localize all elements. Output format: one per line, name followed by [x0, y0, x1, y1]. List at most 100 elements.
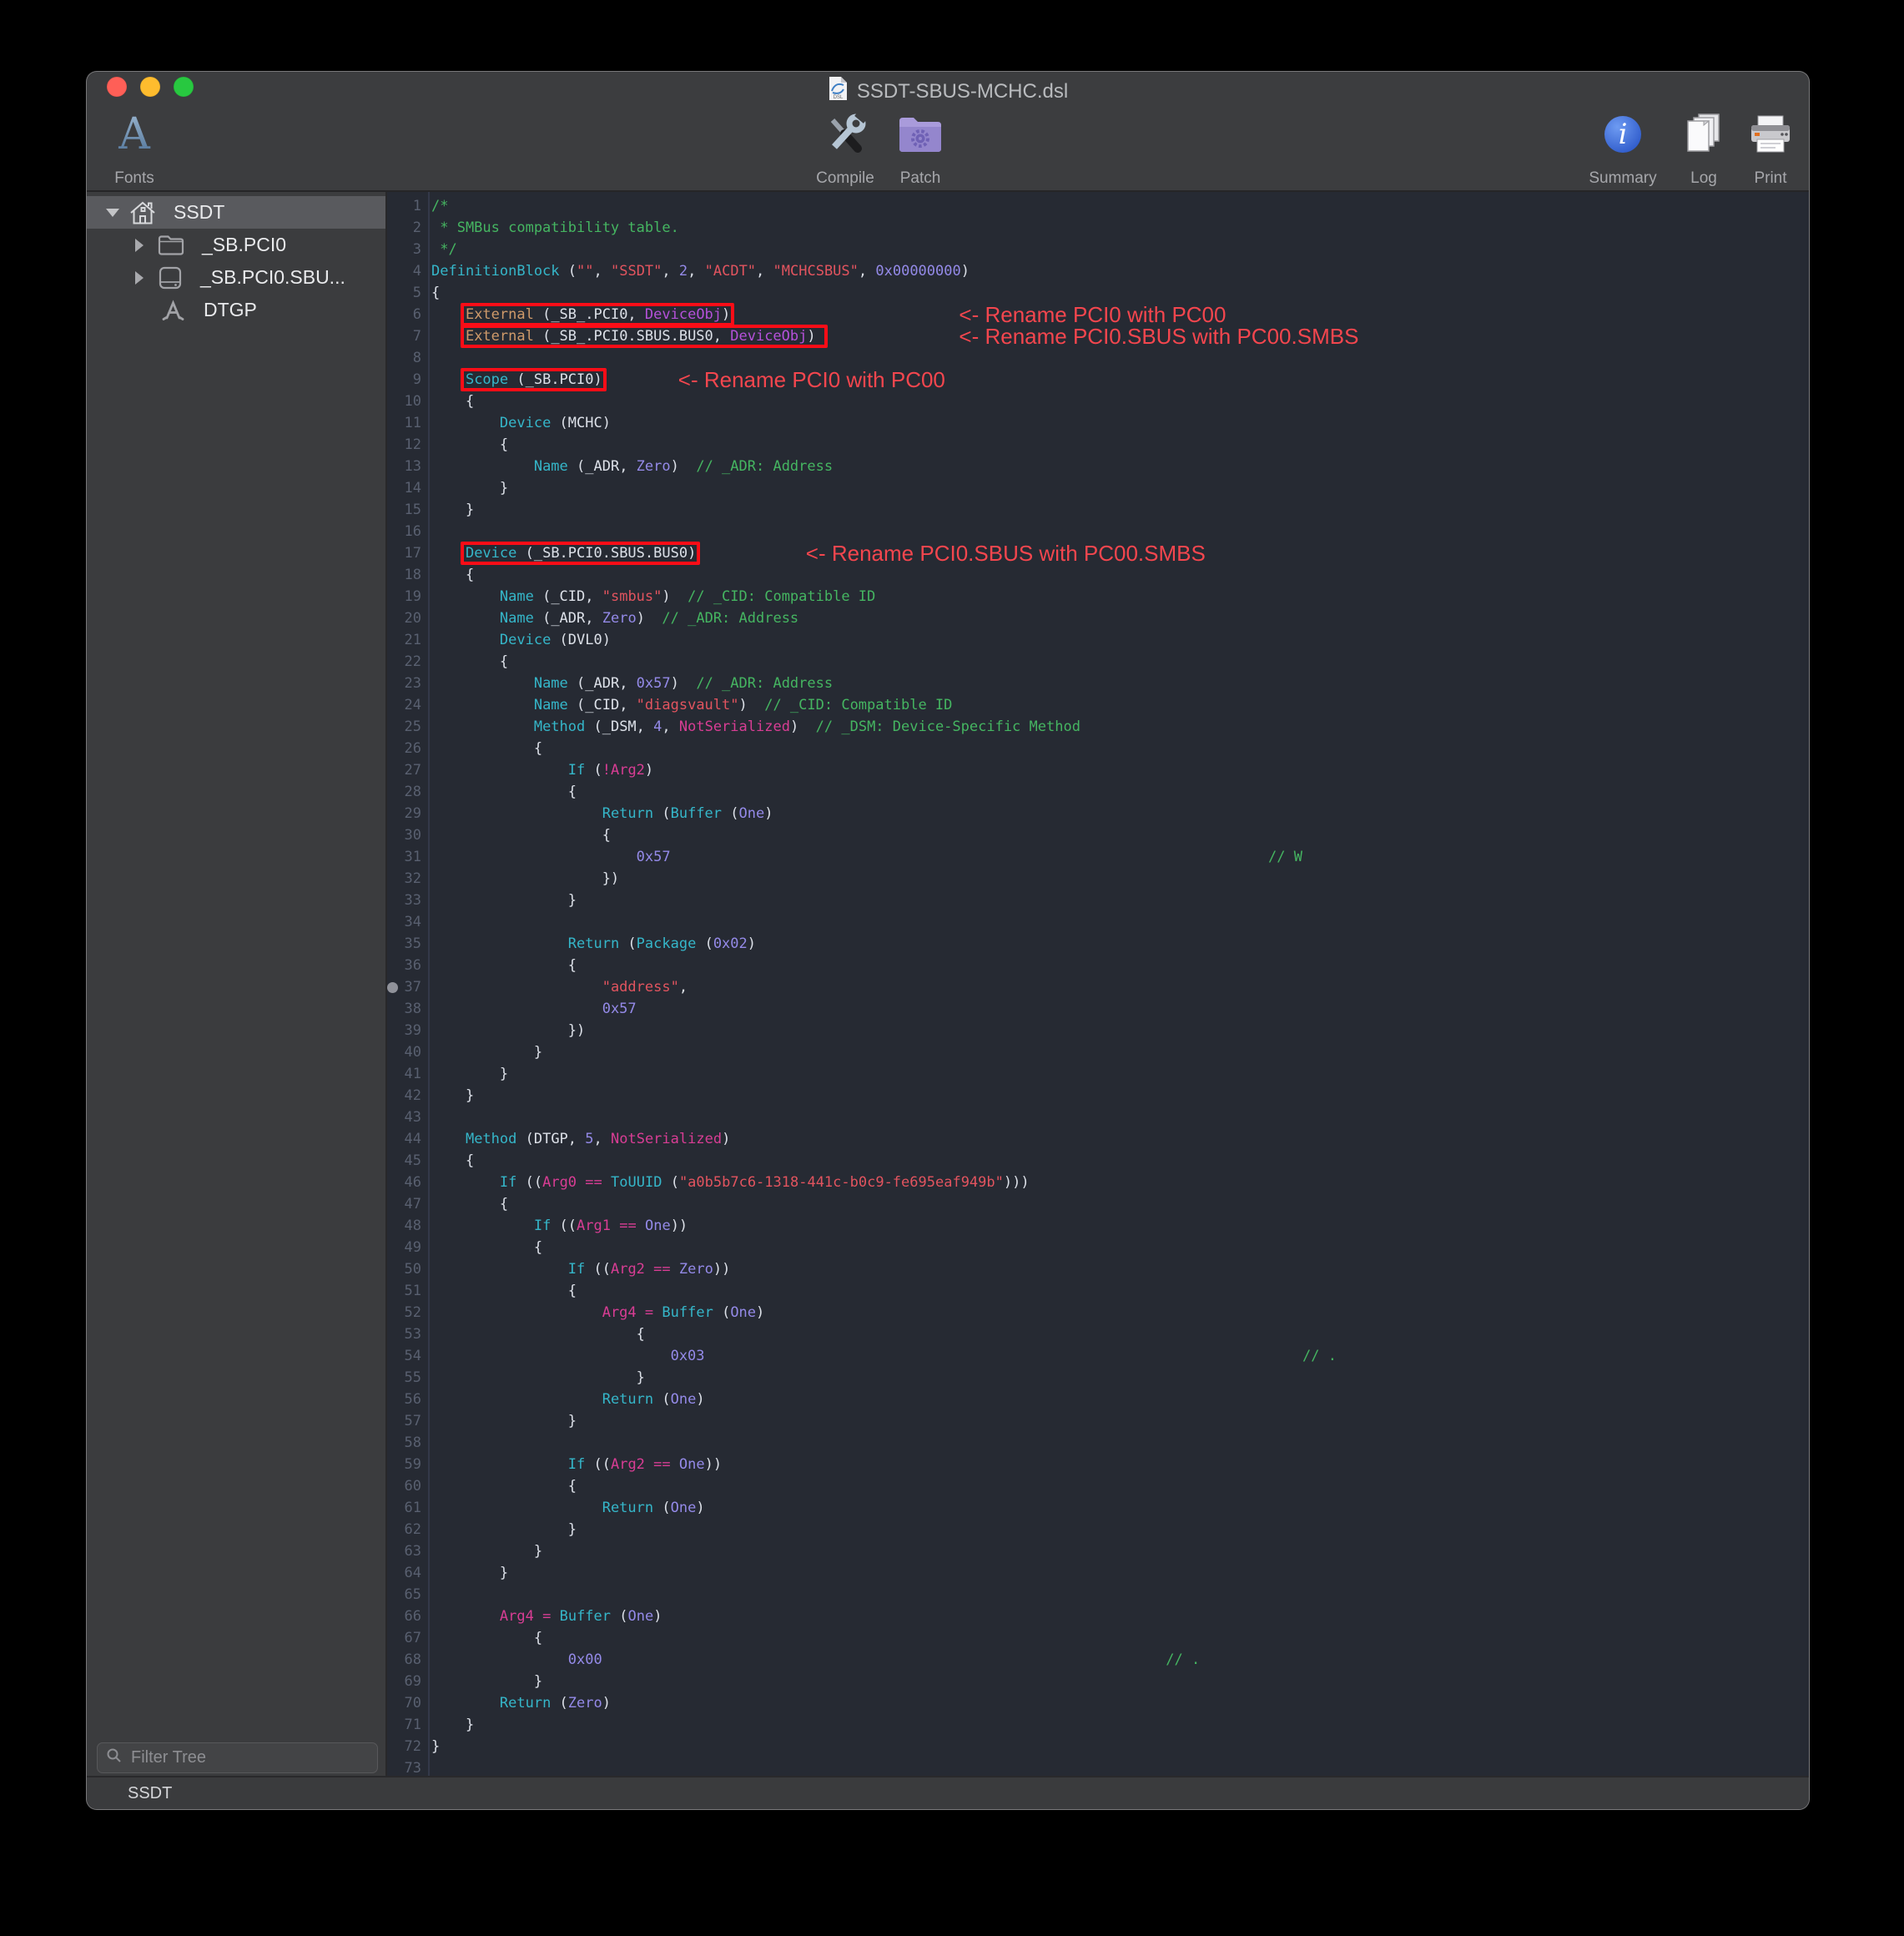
- code-line[interactable]: 53 {: [387, 1323, 1809, 1345]
- sidebar: SSDT _SB.PCI0: [87, 192, 387, 1776]
- code-line[interactable]: 67 {: [387, 1627, 1809, 1649]
- code-line[interactable]: 42 }: [387, 1085, 1809, 1107]
- code-line[interactable]: 14 }: [387, 477, 1809, 499]
- line-number: 47: [387, 1193, 421, 1215]
- code-line[interactable]: 33 }: [387, 890, 1809, 911]
- fonts-button[interactable]: A Fonts: [87, 112, 193, 187]
- code-line[interactable]: 37 "address",: [387, 976, 1809, 998]
- code-line[interactable]: 25 Method (_DSM, 4, NotSerialized) // _D…: [387, 716, 1809, 738]
- code-line[interactable]: 62 }: [387, 1519, 1809, 1540]
- code-line[interactable]: 61 Return (One): [387, 1497, 1809, 1519]
- line-number: 6: [387, 304, 421, 325]
- code-line[interactable]: 15 }: [387, 499, 1809, 521]
- code-line[interactable]: 68 0x00 // .: [387, 1649, 1809, 1671]
- code-line[interactable]: 56 Return (One): [387, 1389, 1809, 1410]
- code-line[interactable]: 58: [387, 1432, 1809, 1454]
- code-line[interactable]: 32 }): [387, 868, 1809, 890]
- code-line[interactable]: 20 Name (_ADR, Zero) // _ADR: Address: [387, 608, 1809, 629]
- code-line[interactable]: 66 Arg4 = Buffer (One): [387, 1606, 1809, 1627]
- code-line[interactable]: 41 }: [387, 1063, 1809, 1085]
- code-line[interactable]: 26 {: [387, 738, 1809, 759]
- line-number: 36: [387, 955, 421, 976]
- code-line[interactable]: 44 Method (DTGP, 5, NotSerialized): [387, 1128, 1809, 1150]
- titlebar: DSL SSDT-SBUS-MCHC.dsl: [87, 72, 1809, 105]
- code-line[interactable]: 57 }: [387, 1410, 1809, 1432]
- code-line[interactable]: 39 }): [387, 1020, 1809, 1041]
- sidebar-item-sb-pci0-sbus[interactable]: _SB.PCI0.SBU...: [87, 261, 385, 294]
- sidebar-item-dtgp[interactable]: DTGP: [87, 294, 385, 326]
- code-line[interactable]: 3 */: [387, 239, 1809, 260]
- code-line[interactable]: 48 If ((Arg1 == One)): [387, 1215, 1809, 1237]
- code-line[interactable]: 60 {: [387, 1475, 1809, 1497]
- code-line[interactable]: 2 * SMBus compatibility table.: [387, 217, 1809, 239]
- code-line[interactable]: 52 Arg4 = Buffer (One): [387, 1302, 1809, 1323]
- code-line[interactable]: 10 {: [387, 391, 1809, 412]
- filter-tree-field[interactable]: [97, 1742, 378, 1773]
- sidebar-item-ssdt[interactable]: SSDT: [87, 196, 385, 229]
- code-line[interactable]: 1/*: [387, 195, 1809, 217]
- code-line[interactable]: 13 Name (_ADR, Zero) // _ADR: Address: [387, 456, 1809, 477]
- line-number: 19: [387, 586, 421, 608]
- code-line[interactable]: 54 0x03 // .: [387, 1345, 1809, 1367]
- disclosure-down-icon[interactable]: [105, 206, 120, 219]
- code-line[interactable]: 59 If ((Arg2 == One)): [387, 1454, 1809, 1475]
- code-line[interactable]: 36 {: [387, 955, 1809, 976]
- code-line[interactable]: 5{: [387, 282, 1809, 304]
- svg-text:i: i: [1619, 118, 1628, 151]
- code-line[interactable]: 23 Name (_ADR, 0x57) // _ADR: Address: [387, 673, 1809, 694]
- code-line[interactable]: 73: [387, 1757, 1809, 1776]
- code-line[interactable]: 38 0x57: [387, 998, 1809, 1020]
- line-number: 4: [387, 260, 421, 282]
- code-line[interactable]: 28 {: [387, 781, 1809, 803]
- patch-annotation: <- Rename PCI0.SBUS with PC00.SMBS: [959, 325, 1358, 348]
- disclosure-right-icon[interactable]: [133, 270, 148, 285]
- app-window: DSL SSDT-SBUS-MCHC.dsl A Fonts: [87, 72, 1809, 1809]
- code-line[interactable]: 34: [387, 911, 1809, 933]
- code-line[interactable]: 21 Device (DVL0): [387, 629, 1809, 651]
- code-line[interactable]: 45 {: [387, 1150, 1809, 1172]
- code-line[interactable]: 50 If ((Arg2 == Zero)): [387, 1258, 1809, 1280]
- code-line[interactable]: 72}: [387, 1736, 1809, 1757]
- line-number: 24: [387, 694, 421, 716]
- code-line[interactable]: 24 Name (_CID, "diagsvault") // _CID: Co…: [387, 694, 1809, 716]
- code-line[interactable]: 51 {: [387, 1280, 1809, 1302]
- code-line[interactable]: 29 Return (Buffer (One): [387, 803, 1809, 824]
- disclosure-right-icon[interactable]: [133, 238, 148, 253]
- line-number: 10: [387, 391, 421, 412]
- code-line[interactable]: 49 {: [387, 1237, 1809, 1258]
- code-line[interactable]: 4DefinitionBlock ("", "SSDT", 2, "ACDT",…: [387, 260, 1809, 282]
- code-line[interactable]: 30 {: [387, 824, 1809, 846]
- code-line[interactable]: 40 }: [387, 1041, 1809, 1063]
- code-line[interactable]: 8: [387, 347, 1809, 369]
- code-line[interactable]: 12 {: [387, 434, 1809, 456]
- code-line[interactable]: 70 Return (Zero): [387, 1692, 1809, 1714]
- code-line[interactable]: 43: [387, 1107, 1809, 1128]
- code-line[interactable]: 27 If (!Arg2): [387, 759, 1809, 781]
- code-line[interactable]: 63 }: [387, 1540, 1809, 1562]
- code-line[interactable]: 16: [387, 521, 1809, 542]
- sidebar-item-label: _SB.PCI0: [202, 234, 286, 256]
- patch-annotation: <- Rename PCI0.SBUS with PC00.SMBS: [806, 542, 1206, 565]
- code-line[interactable]: 46 If ((Arg0 == ToUUID ("a0b5b7c6-1318-4…: [387, 1172, 1809, 1193]
- code-line[interactable]: 19 Name (_CID, "smbus") // _CID: Compati…: [387, 586, 1809, 608]
- code-line[interactable]: 18 {: [387, 564, 1809, 586]
- code-line[interactable]: 55 }: [387, 1367, 1809, 1389]
- print-button[interactable]: Print: [1712, 112, 1809, 187]
- filter-tree-input[interactable]: [129, 1747, 369, 1768]
- patch-button[interactable]: Patch: [862, 112, 979, 187]
- code-line[interactable]: 71 }: [387, 1714, 1809, 1736]
- code-line[interactable]: 47 {: [387, 1193, 1809, 1215]
- code-line[interactable]: 69 }: [387, 1671, 1809, 1692]
- code-editor[interactable]: 1/*2 * SMBus compatibility table.3 */4De…: [387, 192, 1809, 1776]
- code-line[interactable]: 31 0x57 // W: [387, 846, 1809, 868]
- folder-icon: [158, 234, 184, 256]
- code-line[interactable]: 11 Device (MCHC): [387, 412, 1809, 434]
- patch-highlight-box: [461, 325, 828, 348]
- code-line[interactable]: 65: [387, 1584, 1809, 1606]
- sidebar-item-sb-pci0[interactable]: _SB.PCI0: [87, 229, 385, 261]
- patch-annotation: <- Rename PCI0 with PC00: [959, 303, 1226, 326]
- line-number: 35: [387, 933, 421, 955]
- code-line[interactable]: 35 Return (Package (0x02): [387, 933, 1809, 955]
- code-line[interactable]: 64 }: [387, 1562, 1809, 1584]
- code-line[interactable]: 22 {: [387, 651, 1809, 673]
